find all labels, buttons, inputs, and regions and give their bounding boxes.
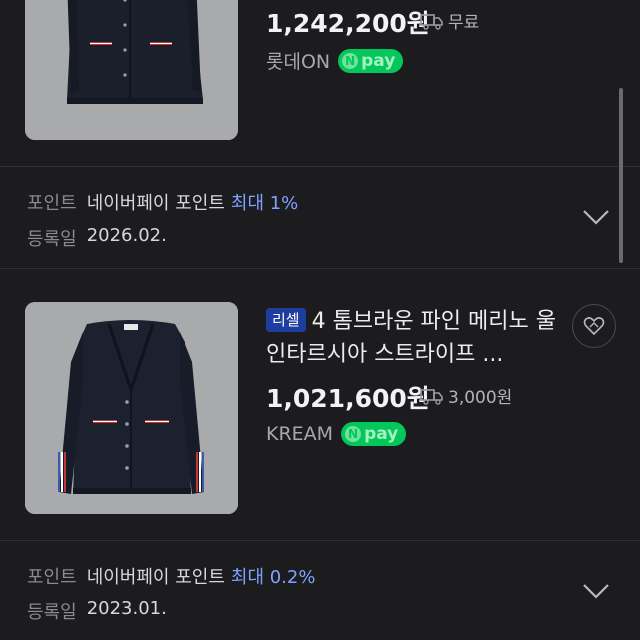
- product-price: 1,242,200원: [266, 9, 430, 38]
- chevron-down-icon[interactable]: [582, 208, 610, 226]
- points-row: 포인트 네이버페이 포인트 최대 1%: [27, 189, 298, 215]
- product-title[interactable]: 리셀 4 톰브라운 파인 메리노 울 인타르시아 스트라이프 ...: [266, 305, 556, 371]
- scrollbar[interactable]: [619, 88, 623, 263]
- divider: [0, 540, 640, 541]
- product-title-text[interactable]: 4 톰브라운 파인 메리노 울 인타르시아 스트라이프 ...: [266, 309, 556, 367]
- npay-label: pay: [364, 424, 399, 444]
- wishlist-button[interactable]: [572, 304, 616, 348]
- n-logo-icon: N: [342, 52, 359, 69]
- store-info[interactable]: 롯데ON N pay: [266, 47, 404, 74]
- points-source: 네이버페이 포인트: [86, 193, 225, 214]
- shipping-fee: 무료: [448, 13, 480, 33]
- divider: [0, 268, 640, 269]
- heart-icon: [583, 317, 605, 336]
- points-source: 네이버페이 포인트: [86, 567, 225, 588]
- product-price: 1,021,600원: [266, 384, 430, 413]
- shipping-fee: 3,000원: [448, 388, 513, 408]
- registered-row: 등록일 2023.01.: [27, 598, 167, 624]
- shipping-info: 3,000원: [420, 383, 512, 408]
- n-logo-icon: N: [345, 426, 362, 442]
- divider: [0, 166, 640, 167]
- points-row: 포인트 네이버페이 포인트 최대 0.2%: [27, 563, 315, 589]
- store-name[interactable]: 롯데ON: [266, 47, 330, 74]
- npay-badge: N pay: [338, 48, 404, 73]
- points-label: 포인트: [27, 193, 77, 214]
- store-info[interactable]: KREAM N pay: [266, 422, 407, 446]
- product-thumbnail[interactable]: [25, 0, 238, 140]
- registered-row: 등록일 2026.02.: [27, 225, 167, 251]
- points-value: 최대 0.2%: [230, 567, 316, 588]
- registered-date: 2023.01.: [86, 598, 167, 619]
- cardigan-image: [25, 0, 238, 140]
- shipping-info: 무료: [420, 8, 479, 33]
- points-value: 최대 1%: [230, 193, 299, 214]
- product-thumbnail[interactable]: [25, 302, 238, 514]
- cardigan-image: [25, 302, 238, 514]
- npay-badge: N pay: [341, 422, 407, 446]
- registered-label: 등록일: [27, 602, 77, 623]
- truck-icon: [420, 13, 443, 30]
- registered-date: 2026.02.: [86, 225, 167, 246]
- chevron-down-icon[interactable]: [582, 582, 610, 600]
- truck-icon: [420, 388, 443, 405]
- store-name[interactable]: KREAM: [266, 423, 333, 445]
- registered-label: 등록일: [27, 229, 77, 250]
- npay-label: pay: [361, 50, 396, 71]
- points-label: 포인트: [27, 567, 77, 588]
- resell-badge: 리셀: [266, 308, 306, 332]
